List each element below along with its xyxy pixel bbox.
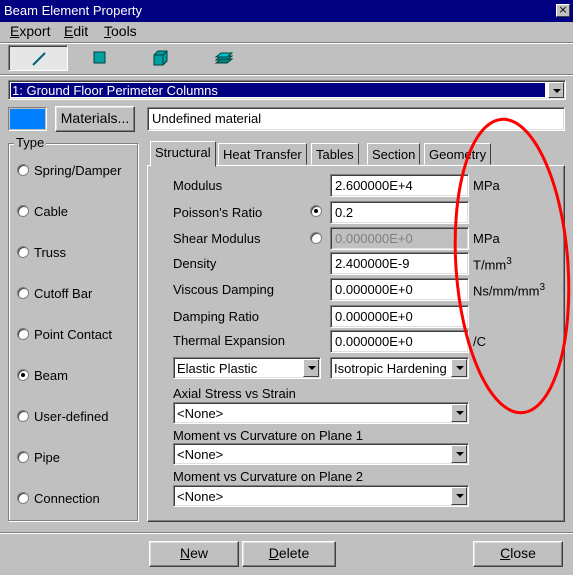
property-select[interactable]: 1: Ground Floor Perimeter Columns	[8, 80, 566, 100]
tab-section[interactable]: Section	[367, 143, 421, 165]
radio-beam[interactable]	[17, 369, 29, 381]
damping-ratio-label: Damping Ratio	[173, 309, 259, 324]
chevron-down-icon[interactable]	[303, 359, 319, 377]
damping-ratio-field[interactable]: 0.000000E+0	[330, 305, 469, 328]
plate-element-button[interactable]	[70, 45, 130, 71]
tab-geometry[interactable]: Geometry	[424, 143, 492, 165]
moment-plane1-select[interactable]: <None>	[173, 443, 469, 465]
radio-user-defined[interactable]	[17, 410, 29, 422]
close-button[interactable]: Close	[473, 541, 563, 567]
material-model-select[interactable]: Elastic Plastic	[173, 357, 321, 379]
thermal-expansion-label: Thermal Expansion	[173, 333, 285, 348]
moment-plane2-label: Moment vs Curvature on Plane 2	[173, 469, 364, 484]
moment-plane2-select[interactable]: <None>	[173, 485, 469, 507]
radio-cable[interactable]	[17, 205, 29, 217]
chevron-down-icon[interactable]	[451, 359, 467, 377]
shear-modulus-field: 0.000000E+0	[330, 227, 469, 250]
poisson-label: Poisson's Ratio	[173, 205, 263, 220]
type-option-label: Pipe	[34, 450, 61, 465]
viscous-damping-field[interactable]: 0.000000E+0	[330, 278, 469, 301]
viscous-damping-label: Viscous Damping	[173, 282, 274, 297]
poisson-field[interactable]: 0.2	[330, 201, 469, 224]
chevron-down-icon[interactable]	[451, 487, 467, 505]
radio-poisson[interactable]	[310, 205, 322, 217]
tab-tables[interactable]: Tables	[311, 143, 359, 165]
type-option-label: Point Contact	[34, 327, 113, 342]
chevron-down-icon[interactable]	[451, 445, 467, 463]
axial-stress-value: <None>	[177, 406, 224, 421]
modulus-unit: MPa	[473, 178, 500, 193]
line-element-icon	[32, 52, 46, 66]
material-name-field[interactable]: Undefined material	[147, 107, 565, 131]
plate-element-icon	[93, 51, 106, 64]
menu-bar: Export Edit Tools	[0, 22, 573, 42]
radio-pipe[interactable]	[17, 451, 29, 463]
radio-cutoff-bar[interactable]	[17, 287, 29, 299]
moment-plane2-value: <None>	[177, 489, 224, 504]
material-color-swatch[interactable]	[8, 107, 47, 131]
type-option-label: Spring/Damper	[34, 163, 122, 178]
toolbar-divider	[0, 74, 573, 76]
brick-element-button[interactable]	[131, 45, 191, 71]
density-unit: T/mm3	[473, 256, 512, 273]
modulus-label: Modulus	[173, 178, 223, 193]
hardening-select[interactable]: Isotropic Hardening	[330, 357, 469, 379]
menu-tools[interactable]: Tools	[104, 23, 137, 39]
radio-point-contact[interactable]	[17, 328, 29, 340]
moment-plane1-label: Moment vs Curvature on Plane 1	[173, 428, 364, 443]
thermal-expansion-field[interactable]: 0.000000E+0	[330, 330, 469, 353]
density-field[interactable]: 2.400000E-9	[330, 252, 469, 275]
menu-divider	[0, 42, 573, 44]
moment-plane1-value: <None>	[177, 447, 224, 462]
hardening-value: Isotropic Hardening	[334, 361, 447, 376]
property-select-value: 1: Ground Floor Perimeter Columns	[12, 83, 218, 98]
type-option-label: Beam	[34, 368, 68, 383]
type-option-label: Truss	[34, 245, 67, 260]
radio-connection[interactable]	[17, 492, 29, 504]
type-option-label: Cable	[34, 204, 68, 219]
type-option-label: Cutoff Bar	[34, 286, 93, 301]
layers-button[interactable]	[193, 45, 253, 71]
axial-stress-select[interactable]: <None>	[173, 402, 469, 424]
type-option-label: Connection	[34, 491, 100, 506]
materials-button[interactable]: Materials...	[55, 106, 135, 132]
title-bar: Beam Element Property ×	[0, 0, 573, 22]
density-label: Density	[173, 256, 217, 271]
viscous-damping-unit: Ns/mm/mm3	[473, 282, 545, 299]
menu-export[interactable]: Export	[10, 23, 50, 39]
modulus-field[interactable]: 2.600000E+4	[330, 174, 469, 197]
window-title: Beam Element Property	[4, 3, 143, 18]
layers-icon	[215, 52, 233, 64]
tab-heat-transfer[interactable]: Heat Transfer	[218, 143, 307, 165]
shear-modulus-label: Shear Modulus	[173, 231, 261, 246]
brick-element-icon	[153, 50, 168, 66]
bottom-divider	[0, 532, 573, 534]
chevron-down-icon[interactable]	[451, 404, 467, 422]
radio-truss[interactable]	[17, 246, 29, 258]
delete-button[interactable]: Delete	[242, 541, 336, 567]
close-window-button[interactable]: ×	[556, 4, 570, 17]
axial-stress-label: Axial Stress vs Strain	[173, 386, 296, 401]
radio-shear-modulus[interactable]	[310, 232, 322, 244]
line-element-button[interactable]	[8, 45, 68, 71]
new-button[interactable]: New	[149, 541, 239, 567]
material-model-value: Elastic Plastic	[177, 361, 258, 376]
thermal-expansion-unit: /C	[473, 334, 486, 349]
shear-modulus-unit: MPa	[473, 231, 500, 246]
type-legend: Type	[14, 135, 47, 150]
menu-edit[interactable]: Edit	[64, 23, 88, 39]
chevron-down-icon[interactable]	[548, 82, 564, 98]
tab-structural[interactable]: Structural	[150, 141, 216, 167]
radio-spring-damper[interactable]	[17, 164, 29, 176]
type-option-label: User-defined	[34, 409, 109, 424]
